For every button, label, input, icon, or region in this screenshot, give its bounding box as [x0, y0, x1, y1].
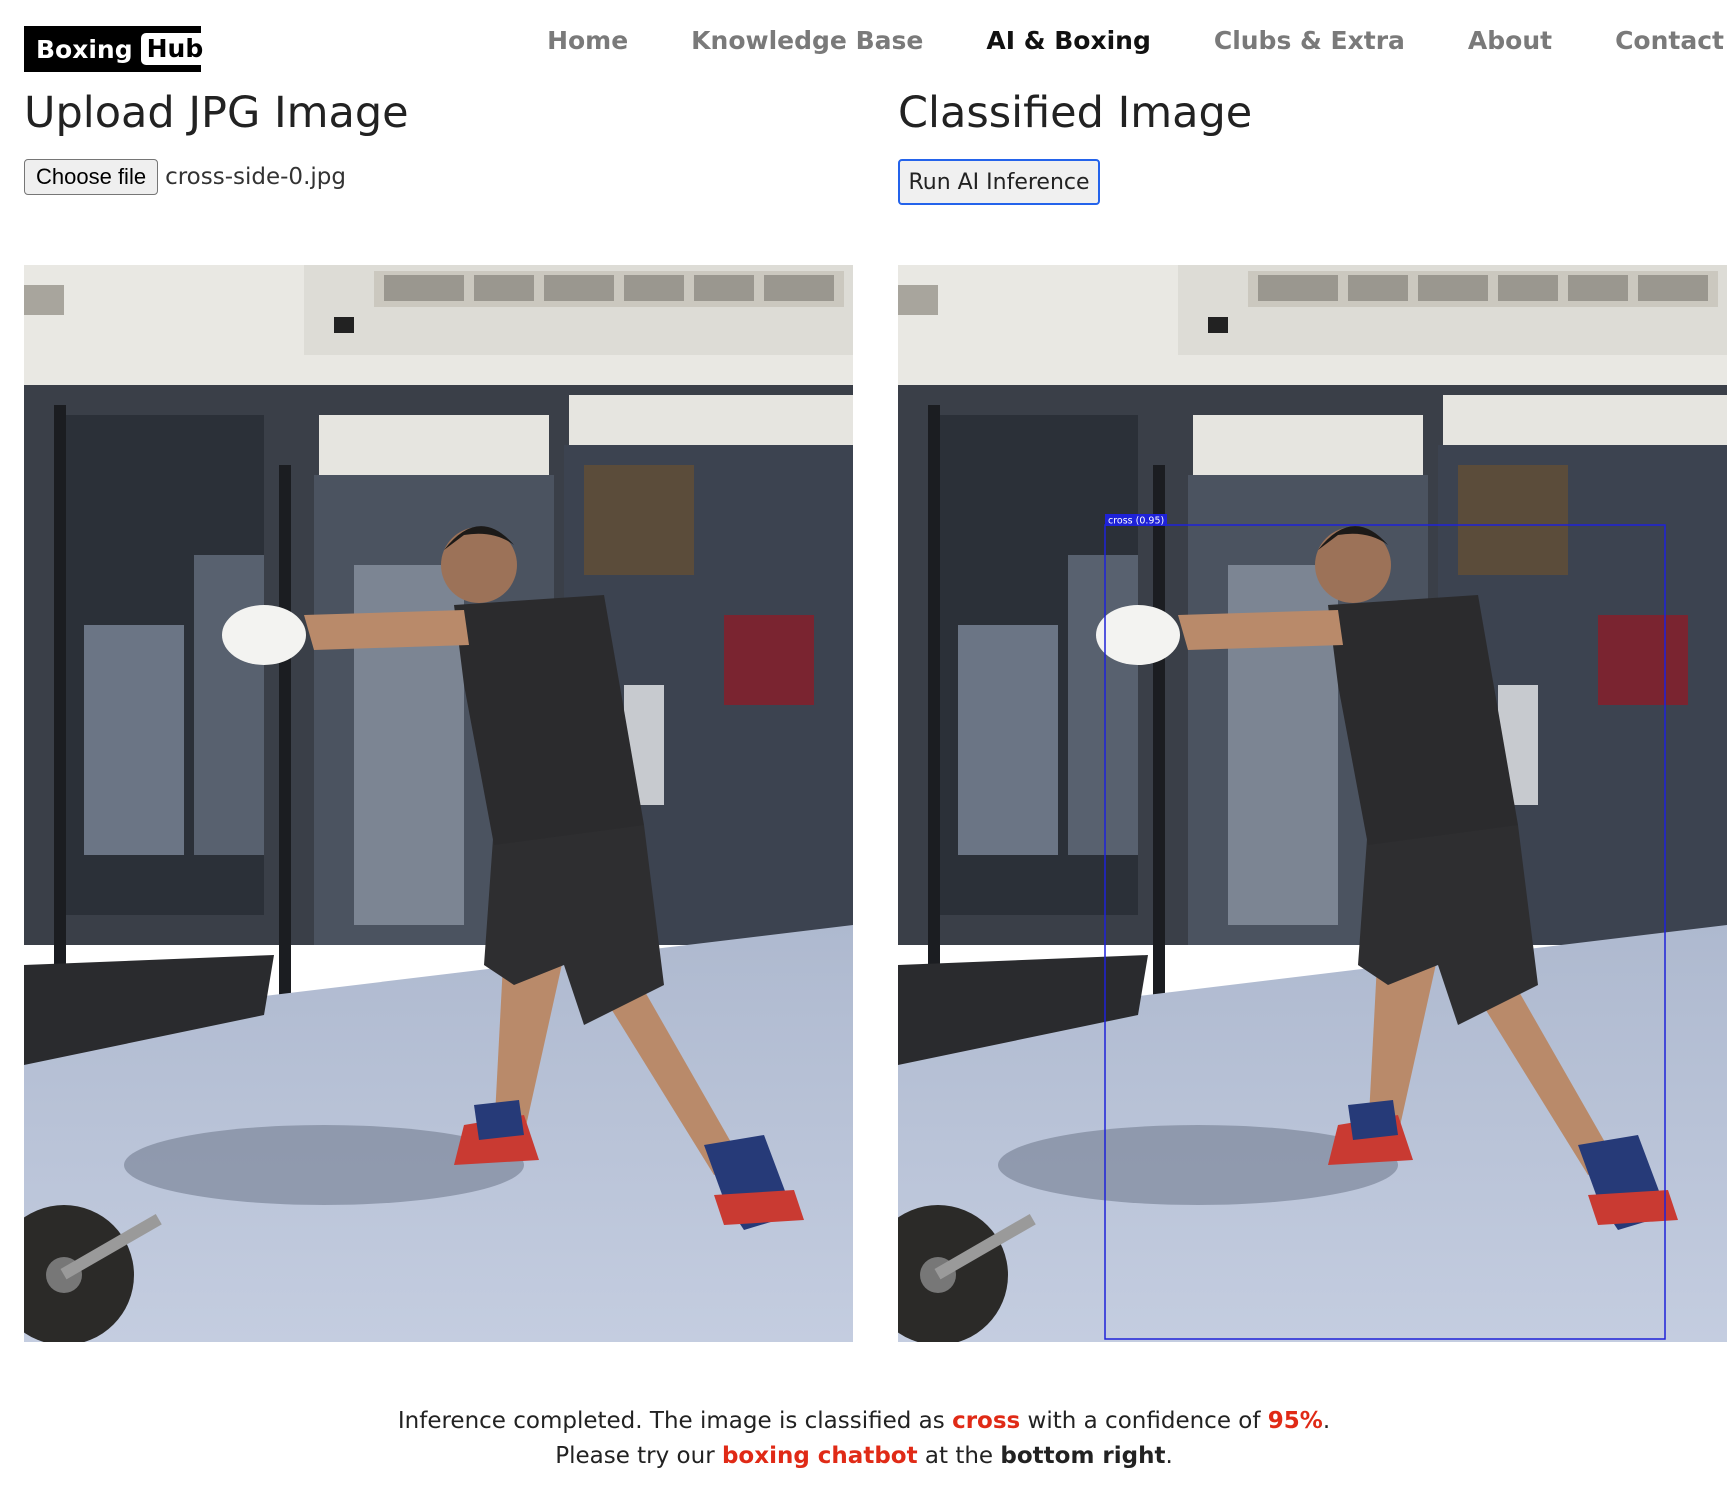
page: Boxing Hub Home Knowledge Base AI & Boxi… [0, 0, 1728, 1512]
uploaded-image [24, 265, 853, 1342]
chatbot-suffix: . [1165, 1443, 1173, 1469]
logo-word-hub: Hub [140, 33, 210, 65]
chatbot-location: bottom right [1000, 1443, 1166, 1469]
classified-title: Classified Image [898, 88, 1253, 138]
logo[interactable]: Boxing Hub [24, 26, 210, 72]
chatbot-mid: at the [917, 1443, 1001, 1469]
result-suffix: . [1322, 1408, 1331, 1434]
chatbot-link[interactable]: boxing chatbot [722, 1443, 918, 1469]
result-line-1: Inference completed. The image is classi… [0, 1404, 1728, 1439]
selected-file-name: cross-side-0.jpg [165, 164, 346, 190]
file-input: Choose file cross-side-0.jpg [24, 159, 346, 195]
choose-file-button[interactable]: Choose file [24, 159, 159, 195]
gym-photo-boxer [24, 265, 853, 1342]
upload-title: Upload JPG Image [24, 88, 409, 138]
nav-contact[interactable]: Contact [1615, 24, 1724, 57]
nav-home[interactable]: Home [547, 24, 628, 57]
classified-image: cross (0.95) [898, 265, 1727, 1342]
gym-photo-boxer-annotated: cross (0.95) [898, 265, 1727, 1342]
nav-clubs-extra[interactable]: Clubs & Extra [1214, 24, 1405, 57]
nav-ai-boxing[interactable]: AI & Boxing [986, 24, 1150, 57]
nav-about[interactable]: About [1468, 24, 1552, 57]
result-confidence: 95% [1267, 1408, 1323, 1434]
result-mid: with a confidence of [1020, 1408, 1268, 1434]
nav-knowledge-base[interactable]: Knowledge Base [691, 24, 923, 57]
detection-label: cross (0.95) [1108, 516, 1164, 527]
logo-word-boxing: Boxing [36, 34, 133, 64]
result-prefix: Inference completed. The image is classi… [397, 1408, 953, 1434]
chatbot-prefix: Please try our [555, 1443, 722, 1469]
result-class-name: cross [952, 1408, 1021, 1434]
run-inference-button[interactable]: Run AI Inference [898, 159, 1100, 205]
main-nav: Home Knowledge Base AI & Boxing Clubs & … [547, 24, 1728, 57]
result-line-2: Please try our boxing chatbot at the bot… [0, 1439, 1728, 1474]
